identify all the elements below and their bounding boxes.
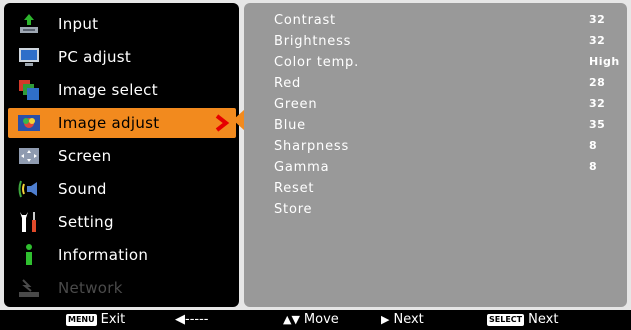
option-red[interactable]: Red 28 [274,74,614,94]
hint-back: ◀----- [175,312,209,327]
menu-item-label: Image select [58,81,158,99]
option-value: 8 [589,139,598,152]
menu-item-label: Image adjust [58,114,160,132]
menu-item-sound[interactable]: Sound [8,174,234,204]
option-gamma[interactable]: Gamma 8 [274,158,614,178]
menu-item-network: Network [8,273,234,303]
hint-next: ▶ Next [381,312,424,327]
menu-item-image-adjust[interactable]: Image adjust [8,108,236,138]
hint-select-next: SELECT Next [487,312,559,327]
hint-exit: MENU Exit [66,312,126,327]
option-contrast[interactable]: Contrast 32 [274,11,614,31]
option-blue[interactable]: Blue 35 [274,116,614,136]
menu-item-pc-adjust[interactable]: PC adjust [8,42,234,72]
option-reset[interactable]: Reset [274,179,614,199]
hint-move: ▲▼ Move [283,312,339,327]
option-value: 8 [589,160,598,173]
up-down-arrow-icon: ▲▼ [283,313,300,326]
image-adjust-icon [16,111,42,135]
screen-icon [16,144,42,168]
information-icon [16,243,42,267]
speaker-icon [16,177,42,201]
menu-item-label: Input [58,15,99,33]
menu-key-icon: MENU [66,313,97,326]
option-value: 32 [589,13,606,26]
help-bar: MENU Exit ◀----- ▲▼ Move ▶ Next SELECT N… [0,310,631,330]
option-brightness[interactable]: Brightness 32 [274,32,614,52]
main-menu: Input PC adjust Image select Image adjus… [4,3,239,307]
menu-item-label: Information [58,246,149,264]
menu-item-label: Setting [58,213,114,231]
input-icon [16,12,42,36]
monitor-icon [16,45,42,69]
menu-item-label: PC adjust [58,48,132,66]
menu-item-label: Network [58,279,123,297]
option-value: 35 [589,118,606,131]
network-icon [16,276,42,300]
option-value: High [589,55,620,68]
submenu-panel: Contrast 32 Brightness 32 Color temp. Hi… [244,3,627,307]
menu-item-input[interactable]: Input [8,9,234,39]
option-value: 32 [589,97,606,110]
setting-icon [16,210,42,234]
image-select-icon [16,78,42,102]
option-green[interactable]: Green 32 [274,95,614,115]
option-store[interactable]: Store [274,200,614,220]
chevron-right-icon [215,114,230,132]
osd-frame: Input PC adjust Image select Image adjus… [0,0,631,310]
option-value: 32 [589,34,606,47]
menu-item-image-select[interactable]: Image select [8,75,234,105]
option-color-temp[interactable]: Color temp. High [274,53,619,73]
option-value: 28 [589,76,606,89]
menu-item-setting[interactable]: Setting [8,207,234,237]
menu-item-label: Sound [58,180,107,198]
menu-item-label: Screen [58,147,112,165]
right-arrow-icon: ▶ [381,313,390,326]
menu-item-information[interactable]: Information [8,240,234,270]
option-sharpness[interactable]: Sharpness 8 [274,137,614,157]
select-key-icon: SELECT [487,313,525,326]
menu-item-screen[interactable]: Screen [8,141,234,171]
